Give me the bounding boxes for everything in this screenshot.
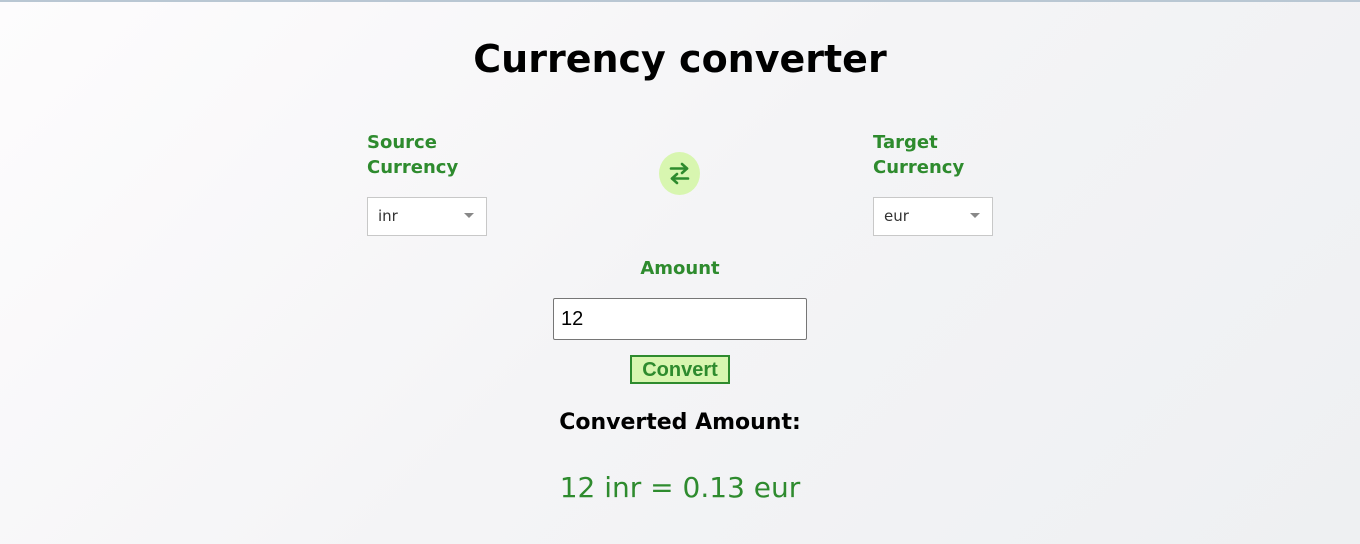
chevron-down-icon [464,213,474,218]
target-label-line2: Currency [873,157,965,178]
source-currency-value: inr [378,207,398,225]
amount-input[interactable] [553,298,807,340]
conversion-result: 12 inr = 0.13 eur [559,471,801,504]
target-currency-select[interactable]: eur [873,197,993,236]
source-currency-label: Source Currency [367,130,487,180]
swap-arrows-icon [669,162,690,185]
converted-amount-label: Converted Amount: [559,410,801,435]
source-label-line2: Currency [367,157,459,178]
convert-button[interactable]: Convert [630,355,730,384]
amount-label: Amount [640,258,720,279]
chevron-down-icon [970,213,980,218]
page-title: Currency converter [473,37,887,81]
swap-currencies-button[interactable] [659,152,700,195]
target-currency-value: eur [884,207,909,225]
target-currency-label: Target Currency [873,130,993,180]
top-border [0,0,1360,2]
target-label-line1: Target [873,132,938,153]
source-currency-select[interactable]: inr [367,197,487,236]
source-label-line1: Source [367,132,437,153]
